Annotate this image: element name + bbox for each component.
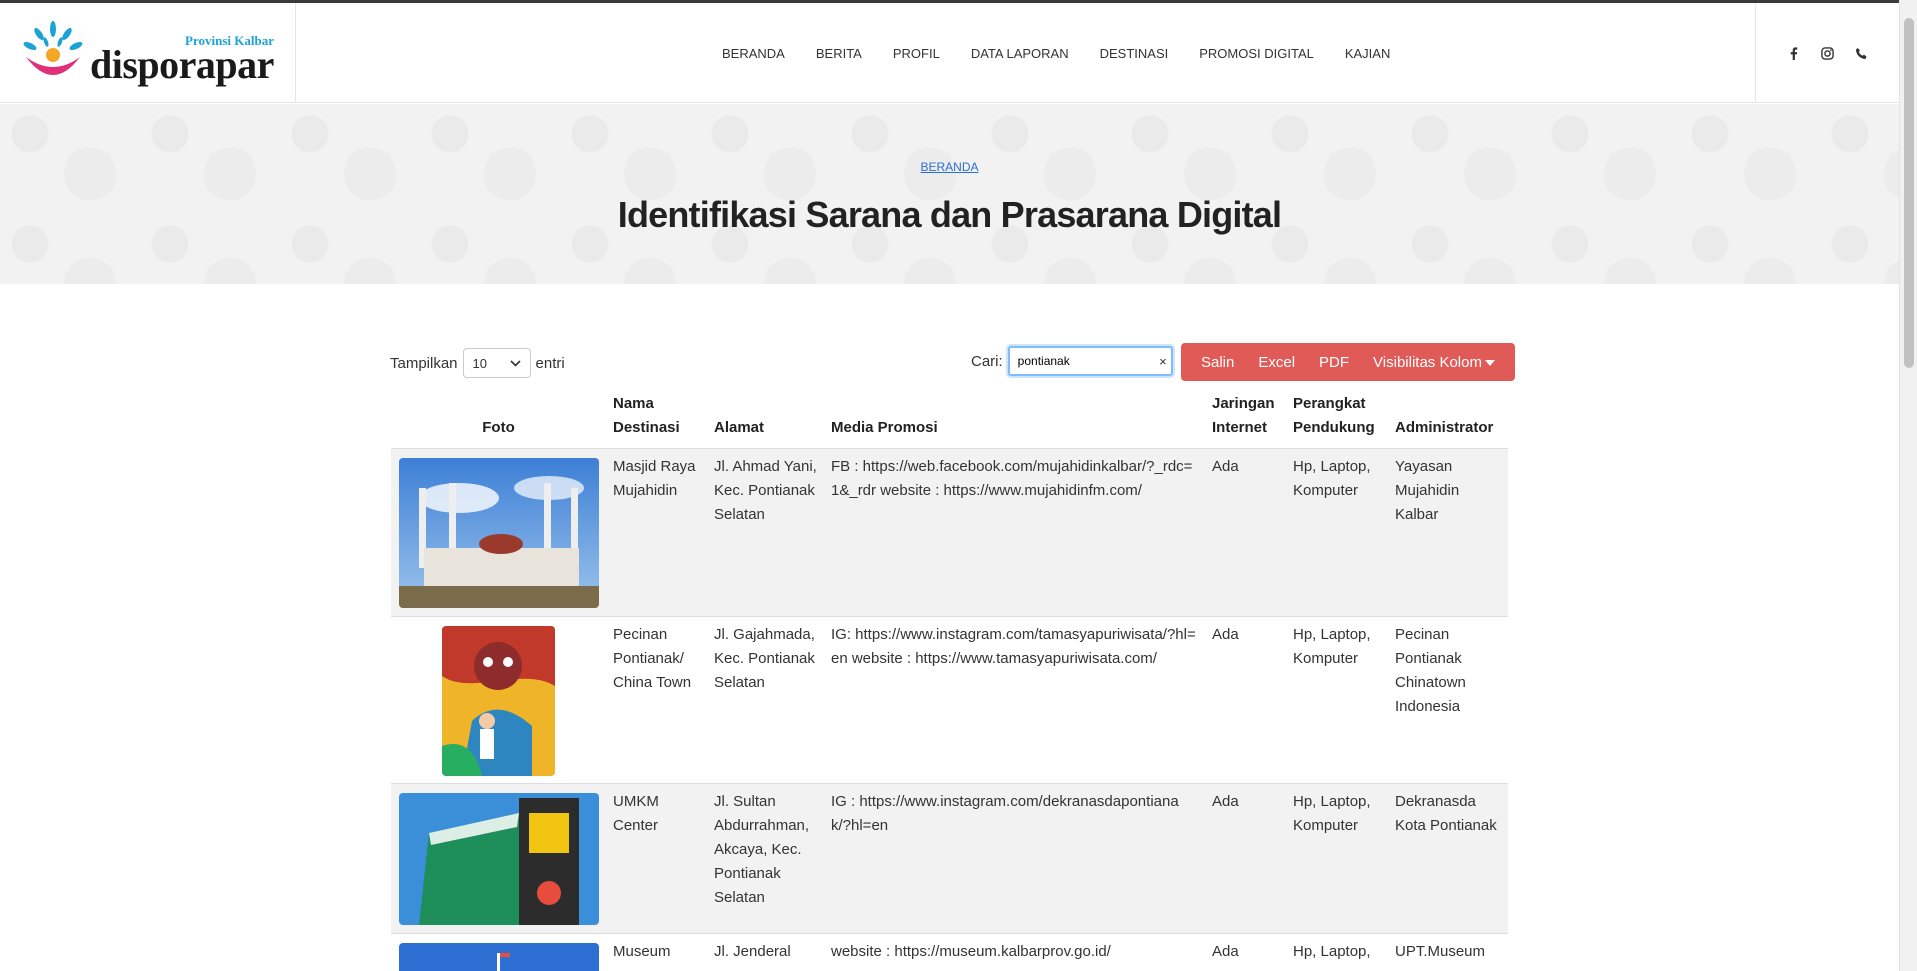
- nav-beranda[interactable]: BERANDA: [722, 46, 785, 61]
- cell-nama: Pecinan Pontianak/ China Town: [613, 626, 692, 691]
- col-jaringan-line1: Jaringan: [1212, 395, 1275, 412]
- photo-cell: [391, 784, 606, 933]
- col-nama-line1: Nama: [613, 395, 654, 412]
- col-jaringan-line2: Internet: [1212, 419, 1268, 436]
- table-header: Foto Nama Destinasi Alamat Media Promosi …: [391, 388, 1508, 448]
- search-input[interactable]: [1009, 348, 1150, 374]
- table-search: Cari: ×: [971, 346, 1173, 376]
- photo-cell: [391, 617, 606, 783]
- cell-jaringan: Ada: [1212, 458, 1239, 475]
- cell-nama: Museum: [613, 943, 671, 960]
- entries-label: entri: [535, 354, 565, 372]
- chevron-down-icon: [509, 359, 521, 367]
- search-label: Cari:: [971, 352, 1003, 370]
- cell-media: IG: https://www.instagram.com/tamasyapur…: [831, 626, 1196, 667]
- col-media[interactable]: Media Promosi: [824, 416, 1205, 448]
- cell-media: IG : https://www.instagram.com/dekranasd…: [831, 793, 1179, 834]
- cell-media: FB : https://web.facebook.com/mujahidink…: [831, 458, 1193, 499]
- cell-alamat: Jl. Gajahmada, Kec. Pontianak Selatan: [714, 626, 815, 691]
- logo-icon: [23, 21, 83, 75]
- cell-admin: Yayasan Mujahidin Kalbar: [1395, 458, 1460, 523]
- site-header: Provinsi Kalbar disporapar BERANDA BERIT…: [0, 3, 1899, 103]
- col-alamat[interactable]: Alamat: [707, 416, 824, 448]
- logo[interactable]: Provinsi Kalbar disporapar: [0, 3, 296, 103]
- table-row: Museum Jl. Jenderal website : https://mu…: [391, 933, 1508, 971]
- show-label: Tampilkan: [390, 354, 458, 372]
- column-visibility-label: Visibilitas Kolom: [1373, 353, 1482, 371]
- page-hero: BERANDA Identifikasi Sarana dan Prasaran…: [0, 104, 1899, 284]
- photo-cell: [391, 449, 606, 616]
- phone-icon[interactable]: [1855, 46, 1869, 60]
- nav-promosi-digital[interactable]: PROMOSI DIGITAL: [1199, 46, 1314, 61]
- facebook-icon[interactable]: [1787, 46, 1801, 60]
- table-row: UMKM Center Jl. Sultan Abdurrahman, Akca…: [391, 783, 1508, 933]
- cell-alamat: Jl. Sultan Abdurrahman, Akcaya, Kec. Pon…: [714, 793, 810, 906]
- cell-nama: UMKM Center: [613, 793, 659, 834]
- cell-perangkat: Hp, Laptop, Komputer: [1293, 458, 1371, 499]
- cell-perangkat: Hp, Laptop, Komputer: [1293, 626, 1371, 667]
- caret-down-icon: [1484, 359, 1495, 366]
- main-nav: BERANDA BERITA PROFIL DATA LAPORAN DESTI…: [722, 3, 1421, 103]
- cell-alamat: Jl. Ahmad Yani, Kec. Pontianak Selatan: [714, 458, 817, 523]
- col-jaringan[interactable]: Jaringan Internet: [1205, 392, 1286, 448]
- col-perangkat-line1: Perangkat: [1293, 395, 1366, 412]
- cell-alamat: Jl. Jenderal: [714, 943, 791, 960]
- masjid-photo[interactable]: [398, 458, 599, 608]
- search-field[interactable]: ×: [1007, 346, 1173, 376]
- umkm-center-photo[interactable]: [398, 793, 599, 925]
- chinatown-photo[interactable]: [442, 626, 555, 776]
- cell-jaringan: Ada: [1212, 793, 1239, 810]
- column-visibility-button[interactable]: Visibilitas Kolom: [1361, 354, 1507, 371]
- cell-nama: Masjid Raya Mujahidin: [613, 458, 696, 499]
- page-scrollbar[interactable]: [1899, 0, 1917, 971]
- page-length-select[interactable]: 10: [462, 348, 531, 378]
- col-perangkat-line2: Pendukung: [1293, 419, 1375, 436]
- col-admin[interactable]: Administrator: [1388, 416, 1508, 448]
- social-links: [1755, 3, 1899, 103]
- page-title: Identifikasi Sarana dan Prasarana Digita…: [617, 194, 1282, 235]
- museum-photo[interactable]: [398, 943, 599, 971]
- col-nama-line2: Destinasi: [613, 419, 680, 436]
- breadcrumb-beranda[interactable]: BERANDA: [920, 160, 978, 174]
- nav-profil[interactable]: PROFIL: [893, 46, 940, 61]
- scrollbar-thumb[interactable]: [1904, 18, 1914, 368]
- nav-destinasi[interactable]: DESTINASI: [1100, 46, 1169, 61]
- destinations-table: Foto Nama Destinasi Alamat Media Promosi …: [391, 388, 1508, 971]
- table-row: Pecinan Pontianak/ China Town Jl. Gajahm…: [391, 616, 1508, 783]
- copy-button[interactable]: Salin: [1189, 354, 1246, 371]
- photo-cell: [391, 934, 606, 971]
- cell-admin: Dekranasda Kota Pontianak: [1395, 793, 1497, 834]
- cell-admin: Pecinan Pontianak Chinatown Indonesia: [1395, 626, 1466, 715]
- breadcrumb: BERANDA: [0, 160, 1899, 174]
- cell-jaringan: Ada: [1212, 943, 1239, 960]
- instagram-icon[interactable]: [1821, 46, 1835, 60]
- logo-name: disporapar: [90, 42, 274, 87]
- page-length-value: 10: [472, 355, 487, 371]
- pdf-button[interactable]: PDF: [1307, 354, 1361, 371]
- nav-kajian[interactable]: KAJIAN: [1345, 46, 1391, 61]
- nav-data-laporan[interactable]: DATA LAPORAN: [971, 46, 1069, 61]
- excel-button[interactable]: Excel: [1246, 354, 1307, 371]
- col-nama[interactable]: Nama Destinasi: [606, 392, 707, 448]
- col-foto[interactable]: Foto: [391, 416, 606, 448]
- page-length-control: Tampilkan 10 entri: [390, 348, 565, 378]
- table-row: Masjid Raya Mujahidin Jl. Ahmad Yani, Ke…: [391, 448, 1508, 616]
- cell-jaringan: Ada: [1212, 626, 1239, 643]
- cell-media: website : https://museum.kalbarprov.go.i…: [831, 943, 1111, 960]
- col-perangkat[interactable]: Perangkat Pendukung: [1286, 392, 1388, 448]
- export-buttons: Salin Excel PDF Visibilitas Kolom: [1181, 343, 1515, 381]
- clear-icon[interactable]: ×: [1159, 354, 1167, 369]
- cell-perangkat: Hp, Laptop, Komputer: [1293, 793, 1371, 834]
- cell-admin: UPT.Museum: [1395, 943, 1486, 960]
- nav-berita[interactable]: BERITA: [816, 46, 862, 61]
- cell-perangkat: Hp, Laptop,: [1293, 943, 1371, 960]
